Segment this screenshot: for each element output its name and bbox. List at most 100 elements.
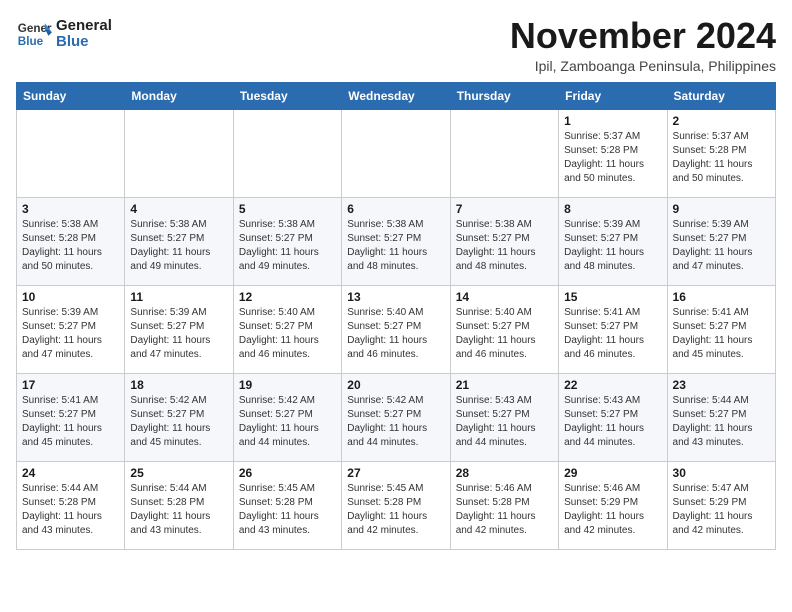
calendar-cell: 2 Sunrise: 5:37 AM Sunset: 5:28 PM Daylig… <box>667 109 775 197</box>
day-number: 5 <box>239 202 336 216</box>
day-info: Sunrise: 5:37 AM Sunset: 5:28 PM Dayligh… <box>564 130 661 186</box>
day-info: Sunrise: 5:38 AM Sunset: 5:27 PM Dayligh… <box>347 218 444 274</box>
day-info: Sunrise: 5:40 AM Sunset: 5:27 PM Dayligh… <box>456 306 553 362</box>
day-info: Sunrise: 5:38 AM Sunset: 5:27 PM Dayligh… <box>239 218 336 274</box>
calendar-cell <box>233 109 341 197</box>
day-info: Sunrise: 5:47 AM Sunset: 5:29 PM Dayligh… <box>673 482 770 538</box>
day-number: 3 <box>22 202 119 216</box>
calendar-cell <box>342 109 450 197</box>
day-info: Sunrise: 5:39 AM Sunset: 5:27 PM Dayligh… <box>22 306 119 362</box>
calendar-cell: 30 Sunrise: 5:47 AM Sunset: 5:29 PM Dayli… <box>667 461 775 549</box>
day-number: 17 <box>22 378 119 392</box>
calendar-cell: 23 Sunrise: 5:44 AM Sunset: 5:27 PM Dayli… <box>667 373 775 461</box>
weekday-header-thursday: Thursday <box>450 82 558 109</box>
weekday-header-sunday: Sunday <box>17 82 125 109</box>
day-info: Sunrise: 5:38 AM Sunset: 5:27 PM Dayligh… <box>130 218 227 274</box>
calendar-cell: 18Sunrise: 5:42 AM Sunset: 5:27 PM Dayli… <box>125 373 233 461</box>
day-number: 14 <box>456 290 553 304</box>
calendar-cell <box>125 109 233 197</box>
calendar-cell: 24 Sunrise: 5:44 AM Sunset: 5:28 PM Dayli… <box>17 461 125 549</box>
weekday-header-wednesday: Wednesday <box>342 82 450 109</box>
weekday-header-friday: Friday <box>559 82 667 109</box>
calendar-cell <box>450 109 558 197</box>
calendar-cell: 3 Sunrise: 5:38 AM Sunset: 5:28 PM Daylig… <box>17 197 125 285</box>
weekday-header-saturday: Saturday <box>667 82 775 109</box>
day-info: Sunrise: 5:43 AM Sunset: 5:27 PM Dayligh… <box>564 394 661 450</box>
calendar-cell: 29 Sunrise: 5:46 AM Sunset: 5:29 PM Dayli… <box>559 461 667 549</box>
day-info: Sunrise: 5:41 AM Sunset: 5:27 PM Dayligh… <box>564 306 661 362</box>
day-info: Sunrise: 5:44 AM Sunset: 5:28 PM Dayligh… <box>130 482 227 538</box>
day-number: 21 <box>456 378 553 392</box>
day-number: 24 <box>22 466 119 480</box>
calendar-cell: 4Sunrise: 5:38 AM Sunset: 5:27 PM Daylig… <box>125 197 233 285</box>
day-number: 22 <box>564 378 661 392</box>
calendar-cell: 19Sunrise: 5:42 AM Sunset: 5:27 PM Dayli… <box>233 373 341 461</box>
calendar-cell: 20 Sunrise: 5:42 AM Sunset: 5:27 PM Dayli… <box>342 373 450 461</box>
day-number: 30 <box>673 466 770 480</box>
calendar-cell: 5 Sunrise: 5:38 AM Sunset: 5:27 PM Daylig… <box>233 197 341 285</box>
day-info: Sunrise: 5:41 AM Sunset: 5:27 PM Dayligh… <box>673 306 770 362</box>
day-number: 25 <box>130 466 227 480</box>
svg-text:Blue: Blue <box>18 35 44 48</box>
location-subtitle: Ipil, Zamboanga Peninsula, Philippines <box>510 58 776 74</box>
day-info: Sunrise: 5:42 AM Sunset: 5:27 PM Dayligh… <box>347 394 444 450</box>
day-info: Sunrise: 5:42 AM Sunset: 5:27 PM Dayligh… <box>130 394 227 450</box>
day-info: Sunrise: 5:46 AM Sunset: 5:28 PM Dayligh… <box>456 482 553 538</box>
calendar-header-row: SundayMondayTuesdayWednesdayThursdayFrid… <box>17 82 776 109</box>
day-number: 23 <box>673 378 770 392</box>
day-number: 15 <box>564 290 661 304</box>
calendar-cell: 28 Sunrise: 5:46 AM Sunset: 5:28 PM Dayli… <box>450 461 558 549</box>
day-number: 16 <box>673 290 770 304</box>
calendar-cell: 7Sunrise: 5:38 AM Sunset: 5:27 PM Daylig… <box>450 197 558 285</box>
month-title: November 2024 <box>510 16 776 56</box>
day-info: Sunrise: 5:43 AM Sunset: 5:27 PM Dayligh… <box>456 394 553 450</box>
page-header: General Blue General Blue November 2024 … <box>16 16 776 74</box>
day-number: 8 <box>564 202 661 216</box>
day-number: 10 <box>22 290 119 304</box>
day-info: Sunrise: 5:44 AM Sunset: 5:28 PM Dayligh… <box>22 482 119 538</box>
logo-name-line2: Blue <box>56 34 112 51</box>
day-number: 28 <box>456 466 553 480</box>
day-info: Sunrise: 5:38 AM Sunset: 5:28 PM Dayligh… <box>22 218 119 274</box>
day-number: 29 <box>564 466 661 480</box>
day-info: Sunrise: 5:40 AM Sunset: 5:27 PM Dayligh… <box>347 306 444 362</box>
day-info: Sunrise: 5:37 AM Sunset: 5:28 PM Dayligh… <box>673 130 770 186</box>
calendar-table: SundayMondayTuesdayWednesdayThursdayFrid… <box>16 82 776 550</box>
day-number: 19 <box>239 378 336 392</box>
calendar-cell: 17 Sunrise: 5:41 AM Sunset: 5:27 PM Dayli… <box>17 373 125 461</box>
calendar-cell: 26 Sunrise: 5:45 AM Sunset: 5:28 PM Dayli… <box>233 461 341 549</box>
calendar-cell <box>17 109 125 197</box>
calendar-cell: 12Sunrise: 5:40 AM Sunset: 5:27 PM Dayli… <box>233 285 341 373</box>
day-number: 12 <box>239 290 336 304</box>
day-number: 27 <box>347 466 444 480</box>
calendar-cell: 27Sunrise: 5:45 AM Sunset: 5:28 PM Dayli… <box>342 461 450 549</box>
calendar-cell: 1Sunrise: 5:37 AM Sunset: 5:28 PM Daylig… <box>559 109 667 197</box>
day-info: Sunrise: 5:41 AM Sunset: 5:27 PM Dayligh… <box>22 394 119 450</box>
day-info: Sunrise: 5:46 AM Sunset: 5:29 PM Dayligh… <box>564 482 661 538</box>
day-info: Sunrise: 5:44 AM Sunset: 5:27 PM Dayligh… <box>673 394 770 450</box>
calendar-cell: 13 Sunrise: 5:40 AM Sunset: 5:27 PM Dayli… <box>342 285 450 373</box>
calendar-week-4: 17 Sunrise: 5:41 AM Sunset: 5:27 PM Dayli… <box>17 373 776 461</box>
calendar-cell: 16 Sunrise: 5:41 AM Sunset: 5:27 PM Dayli… <box>667 285 775 373</box>
day-info: Sunrise: 5:45 AM Sunset: 5:28 PM Dayligh… <box>239 482 336 538</box>
day-number: 20 <box>347 378 444 392</box>
logo: General Blue General Blue <box>16 16 112 52</box>
calendar-cell: 14 Sunrise: 5:40 AM Sunset: 5:27 PM Dayli… <box>450 285 558 373</box>
logo-icon: General Blue <box>16 16 52 52</box>
calendar-cell: 21 Sunrise: 5:43 AM Sunset: 5:27 PM Dayli… <box>450 373 558 461</box>
day-info: Sunrise: 5:39 AM Sunset: 5:27 PM Dayligh… <box>130 306 227 362</box>
calendar-week-5: 24 Sunrise: 5:44 AM Sunset: 5:28 PM Dayli… <box>17 461 776 549</box>
calendar-cell: 22 Sunrise: 5:43 AM Sunset: 5:27 PM Dayli… <box>559 373 667 461</box>
day-number: 26 <box>239 466 336 480</box>
day-info: Sunrise: 5:39 AM Sunset: 5:27 PM Dayligh… <box>564 218 661 274</box>
calendar-cell: 25 Sunrise: 5:44 AM Sunset: 5:28 PM Dayli… <box>125 461 233 549</box>
calendar-week-1: 1Sunrise: 5:37 AM Sunset: 5:28 PM Daylig… <box>17 109 776 197</box>
calendar-body: 1Sunrise: 5:37 AM Sunset: 5:28 PM Daylig… <box>17 109 776 549</box>
day-number: 11 <box>130 290 227 304</box>
weekday-header-tuesday: Tuesday <box>233 82 341 109</box>
day-number: 13 <box>347 290 444 304</box>
calendar-cell: 11 Sunrise: 5:39 AM Sunset: 5:27 PM Dayli… <box>125 285 233 373</box>
day-number: 2 <box>673 114 770 128</box>
calendar-week-2: 3 Sunrise: 5:38 AM Sunset: 5:28 PM Daylig… <box>17 197 776 285</box>
day-info: Sunrise: 5:38 AM Sunset: 5:27 PM Dayligh… <box>456 218 553 274</box>
